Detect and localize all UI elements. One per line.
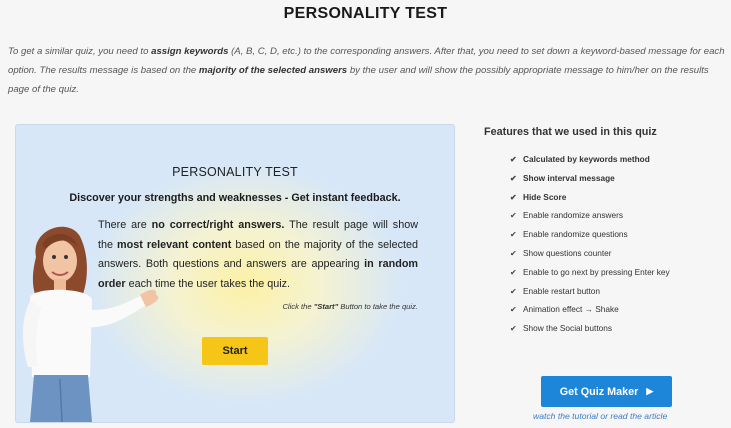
play-icon: ▶ (646, 386, 654, 396)
tutorial-links: watch the tutorial or read the article (533, 411, 668, 421)
get-quiz-maker-button[interactable]: Get Quiz Maker ▶ (541, 376, 672, 407)
check-icon: ✔ (510, 155, 517, 164)
watch-tutorial-link[interactable]: watch the tutorial (533, 411, 598, 421)
feature-item: ✔ Calculated by keywords method (510, 150, 670, 169)
check-icon: ✔ (510, 286, 517, 296)
feature-item: ✔ Enable to go next by pressing Enter key (510, 263, 670, 282)
page-title: PERSONALITY TEST (283, 5, 448, 22)
feature-item: ✔ Hide Score (510, 188, 670, 207)
check-icon: ✔ (510, 267, 517, 277)
feature-item: ✔ Enable randomize answers (510, 206, 670, 225)
features-title: Features that we used in this quiz (484, 126, 657, 138)
check-icon: ✔ (510, 173, 517, 183)
start-button[interactable]: Start (202, 337, 268, 365)
quiz-subtitle: Discover your strengths and weaknesses -… (69, 192, 401, 204)
read-article-link[interactable]: read the article (610, 411, 667, 421)
feature-item: ✔ Show interval message (510, 169, 670, 188)
feature-item: ✔ Enable restart button (510, 282, 670, 301)
quiz-title: PERSONALITY TEST (172, 165, 298, 179)
feature-item: ✔ Animation effect → Shake (510, 300, 670, 319)
check-icon: ✔ (510, 211, 517, 221)
check-icon: ✔ (510, 248, 517, 258)
feature-item: ✔ Enable randomize questions (510, 225, 670, 244)
check-icon: ✔ (510, 305, 517, 315)
quiz-description: There are no correct/right answers. The … (98, 219, 419, 290)
feature-item: ✔ Show the Social buttons (510, 319, 670, 338)
check-icon: ✔ (510, 192, 517, 202)
feature-item: ✔ Show questions counter (510, 244, 670, 263)
check-icon: ✔ (510, 324, 517, 334)
quiz-card: PERSONALITY TEST Discover your strengths… (15, 124, 455, 423)
intro-text: To get a similar quiz, you need to assig… (8, 46, 725, 95)
features-list: ✔ Calculated by keywords method ✔ Show int… (510, 150, 670, 338)
check-icon: ✔ (510, 230, 517, 240)
start-hint: Click the "Start" Button to take the qui… (282, 302, 418, 311)
